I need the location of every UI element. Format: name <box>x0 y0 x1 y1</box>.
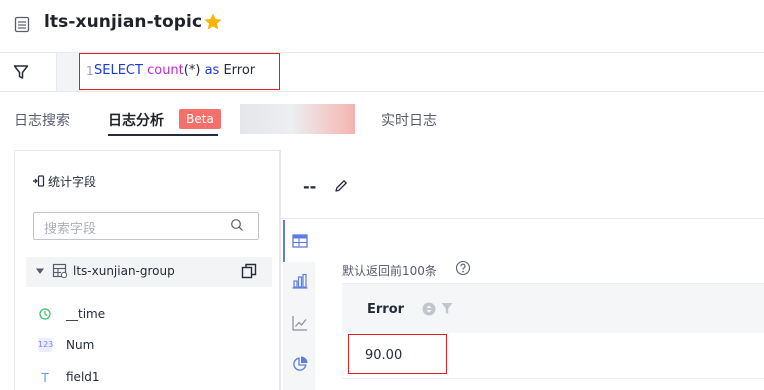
bar-chart-icon[interactable] <box>291 272 309 290</box>
tab-log-search[interactable]: 日志搜索 <box>14 110 70 130</box>
beta-badge: Beta <box>179 109 221 129</box>
log-group-name: lts-xunjian-group <box>73 264 175 278</box>
table-view-icon[interactable] <box>291 232 309 250</box>
filter-icon[interactable] <box>13 64 29 80</box>
header-divider <box>281 218 764 219</box>
field-time-label[interactable]: __time <box>66 307 105 321</box>
sql-alias: Error <box>223 63 256 78</box>
search-icon[interactable] <box>230 218 244 232</box>
favorite-star-icon[interactable] <box>203 12 223 32</box>
tab-realtime-logs[interactable]: 实时日志 <box>381 110 437 130</box>
sql-keyword-as: as <box>204 63 220 78</box>
line-chart-icon[interactable] <box>291 314 309 332</box>
stats-field-icon <box>33 175 45 187</box>
pie-chart-icon[interactable] <box>291 355 309 373</box>
sql-query-text[interactable]: SELECT count(*) as Error <box>94 63 255 78</box>
field-search-placeholder: 搜索字段 <box>44 222 97 237</box>
log-stream-icon <box>14 16 30 33</box>
stats-field-label: 统计字段 <box>48 175 97 189</box>
column-header-error[interactable]: Error <box>367 302 404 317</box>
panel-divider <box>280 150 281 390</box>
clock-icon <box>39 308 51 320</box>
field-num-label[interactable]: Num <box>66 338 94 352</box>
sql-function-arg: (*) <box>183 63 201 78</box>
column-filter-icon[interactable] <box>441 302 453 315</box>
table-icon <box>52 263 68 279</box>
line-number: 1 <box>86 64 94 78</box>
number-icon: 123 <box>38 338 53 352</box>
help-icon[interactable] <box>455 260 471 276</box>
copy-icon[interactable] <box>241 263 257 279</box>
sql-keyword-select: SELECT <box>94 63 143 78</box>
redacted-tab <box>240 104 355 134</box>
edit-icon[interactable] <box>333 178 349 194</box>
caret-down-icon[interactable] <box>35 266 45 276</box>
text-icon: T <box>41 371 49 385</box>
sql-function-name: count <box>147 63 184 78</box>
cell-error-value: 90.00 <box>365 348 403 363</box>
page-title: lts-xunjian-topic <box>44 12 203 32</box>
active-tab-indicator <box>108 134 218 136</box>
sort-icon[interactable] <box>422 302 436 316</box>
result-table-header <box>342 283 764 333</box>
tab-log-analysis[interactable]: 日志分析 <box>108 110 164 130</box>
field-field1-label[interactable]: field1 <box>66 370 100 384</box>
chart-title: -- <box>303 177 317 196</box>
result-limit-note: 默认返回前100条 <box>342 264 437 278</box>
